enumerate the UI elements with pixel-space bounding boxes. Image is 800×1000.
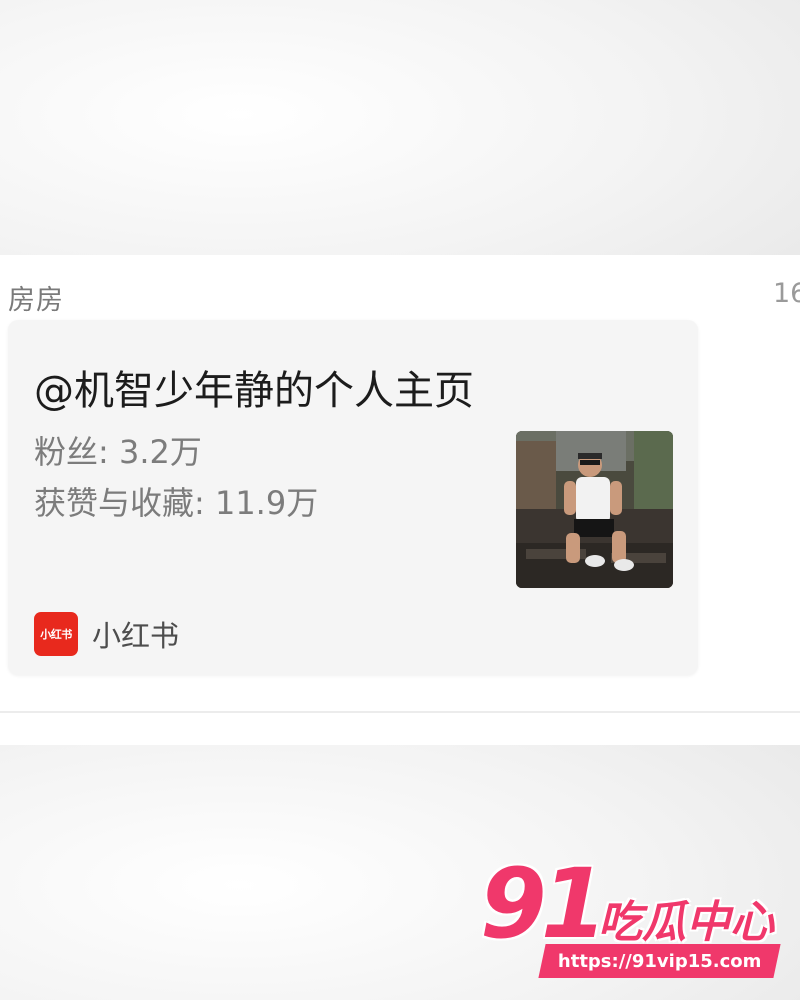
xiaohongshu-logo-icon: 小红书	[34, 612, 78, 656]
watermark-url: https://91vip15.com	[538, 944, 781, 978]
source-app-name: 小红书	[92, 619, 180, 653]
profile-card-title: @机智少年静的个人主页	[34, 368, 474, 414]
message-time-partial: 16	[773, 278, 800, 309]
likes-and-saves-count: 获赞与收藏: 11.9万	[34, 484, 319, 522]
site-watermark: 91 吃瓜中心 https://91vip15.com	[480, 848, 785, 984]
followers-count: 粉丝: 3.2万	[34, 433, 202, 471]
divider	[0, 711, 800, 713]
source-app: 小红书 小红书	[34, 612, 179, 656]
shared-profile-card[interactable]: @机智少年静的个人主页 粉丝: 3.2万 获赞与收藏: 11.9万 小红书 小红…	[8, 320, 698, 675]
profile-photo-image	[516, 431, 673, 588]
profile-thumbnail	[516, 431, 673, 588]
blurred-background-top	[0, 0, 800, 255]
watermark-url-text: https://91vip15.com	[557, 950, 762, 972]
sender-name: 房房	[8, 285, 64, 316]
watermark-text: 吃瓜中心	[598, 897, 774, 948]
